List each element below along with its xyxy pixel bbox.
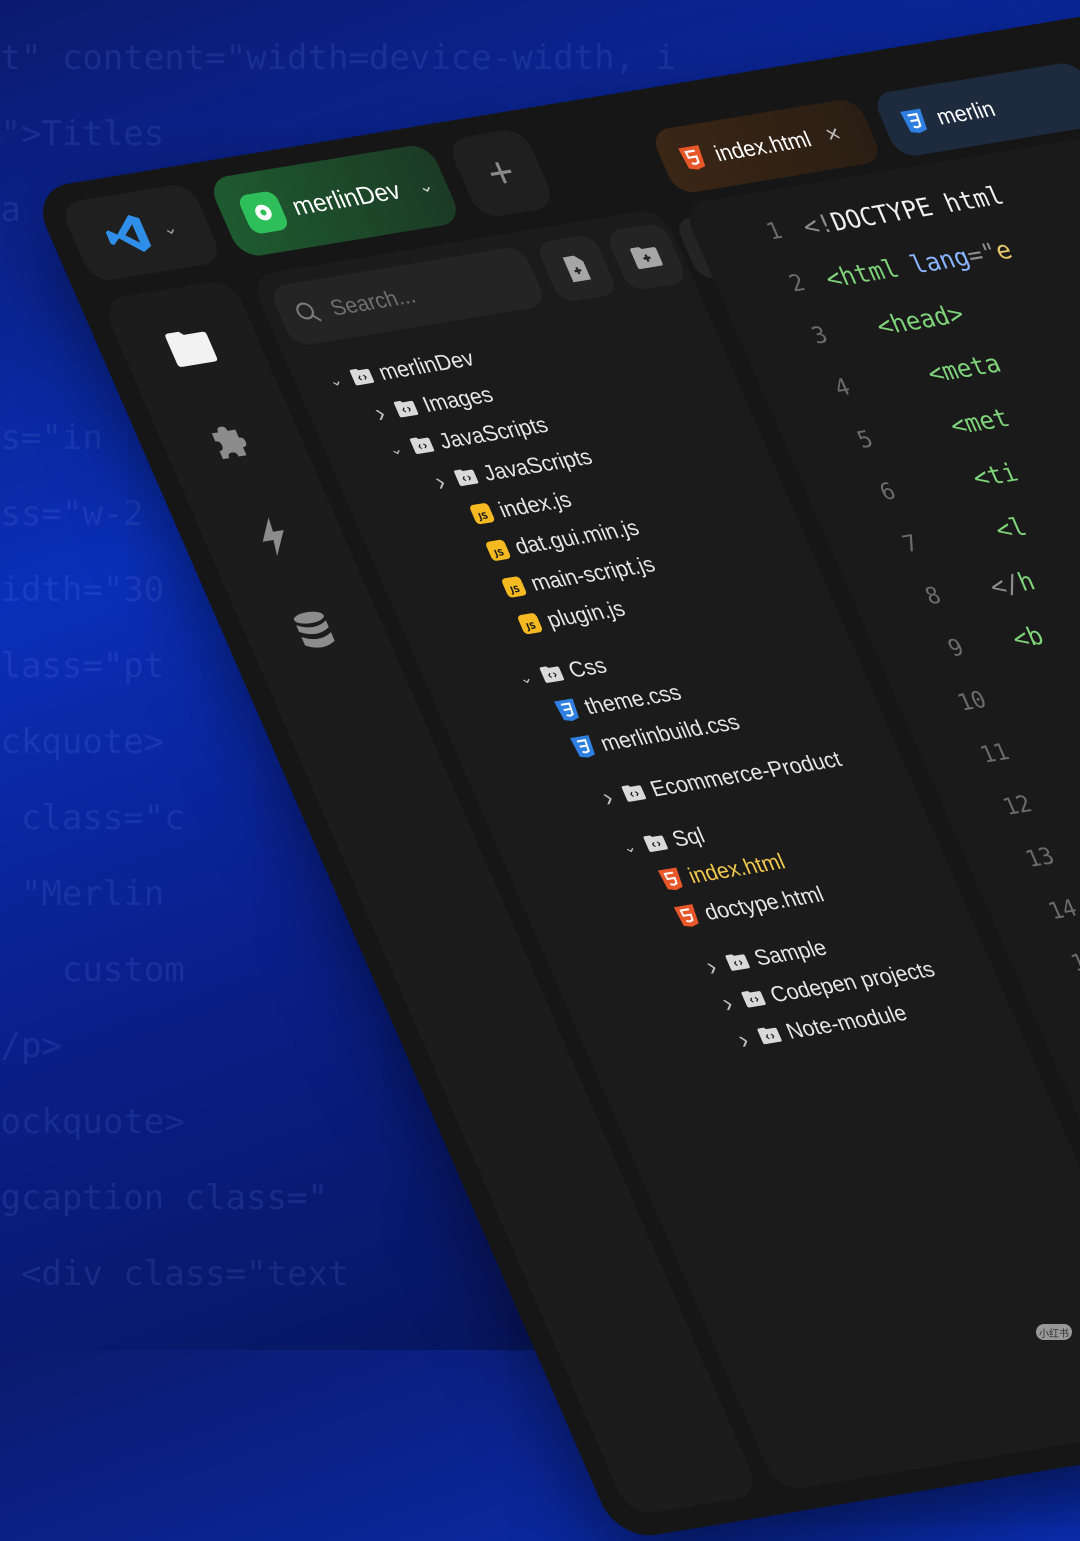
code-token: <head> [842, 298, 969, 346]
tab-label: index.html [710, 126, 816, 167]
folder-code-icon [348, 366, 376, 387]
folder-code-icon [642, 832, 670, 853]
line-number: 9 [944, 634, 968, 663]
rail-extensions-button[interactable] [192, 408, 274, 475]
line-number: 1 [762, 218, 787, 246]
folder-code-icon [739, 988, 767, 1009]
close-icon[interactable]: × [821, 120, 846, 149]
rail-explorer-button[interactable] [150, 314, 232, 381]
folder-code-icon [392, 398, 420, 419]
line-number: 7 [898, 530, 923, 558]
project-name: merlinDev [287, 176, 405, 221]
folder-code-icon [755, 1025, 783, 1046]
line-number: 15 [1067, 947, 1080, 977]
html5-icon [672, 903, 703, 930]
javascript-file-icon: JS [467, 501, 497, 526]
database-icon [293, 611, 335, 648]
css3-icon [568, 734, 599, 761]
rail-database-button[interactable] [274, 598, 356, 665]
chevron-down-icon[interactable]: ⌄ [321, 369, 350, 392]
javascript-file-icon: JS [499, 575, 529, 600]
search-icon [296, 302, 322, 322]
project-icon [236, 190, 291, 235]
bolt-icon [262, 517, 284, 557]
line-number: 14 [1044, 895, 1080, 925]
chevron-down-icon[interactable]: ⌄ [511, 667, 540, 690]
css3-icon [552, 697, 583, 724]
html5-icon [678, 145, 706, 170]
folder-code-icon [724, 951, 752, 972]
plus-icon: + [478, 147, 524, 199]
new-file-icon [562, 255, 592, 283]
tab-label: merlin [932, 96, 999, 130]
line-number: 8 [921, 582, 946, 611]
line-number: 3 [807, 322, 832, 350]
vscode-logo-icon [106, 214, 152, 252]
code-token: <meta [865, 348, 1006, 398]
chevron-down-icon[interactable]: ⌄ [615, 836, 644, 859]
line-number: 10 [953, 687, 991, 717]
editor-window: ⌄ merlinDev ⌄ + Search... ⌄ merlinDev › … [30, 0, 1080, 1541]
code-token: <html [820, 250, 918, 293]
rail-actions-button[interactable] [233, 503, 315, 570]
puzzle-icon [211, 426, 247, 460]
javascript-file-icon: JS [483, 538, 513, 563]
tree-item-label: Css [564, 652, 611, 683]
line-number: 5 [853, 426, 878, 454]
new-file-button[interactable] [534, 233, 620, 304]
tree-item-label: plugin.js [542, 595, 629, 633]
code-token: <b [979, 620, 1048, 658]
tree-item-label: index.js [494, 486, 576, 523]
chevron-down-icon: ⌄ [413, 174, 437, 197]
line-number: 16 [1054, 986, 1080, 1047]
line-number: 11 [976, 739, 1014, 769]
folder-code-icon [620, 782, 648, 803]
code-token: <l [933, 511, 1031, 554]
chevron-down-icon: ⌄ [157, 216, 181, 239]
new-folder-icon [630, 247, 663, 270]
folder-code-icon [408, 435, 436, 456]
search-input[interactable] [323, 264, 528, 323]
watermark: 小红书 [1036, 1324, 1072, 1340]
line-number: 13 [1021, 843, 1059, 873]
tree-item-label: Sql [668, 822, 709, 852]
javascript-file-icon: JS [515, 611, 545, 636]
line-number: 12 [999, 791, 1037, 821]
code-token: <met [888, 402, 1014, 450]
line-number: 6 [876, 478, 900, 506]
folder-code-icon [538, 663, 566, 684]
folder-code-icon [452, 467, 480, 488]
code-token: <ti [910, 457, 1023, 502]
html5-icon [656, 866, 687, 893]
line-number: 2 [785, 270, 810, 298]
folder-icon [165, 331, 218, 367]
tree-item-label: Images [418, 381, 497, 417]
tree-item-label: Sample [750, 934, 831, 971]
css3-icon [900, 108, 928, 134]
chevron-down-icon[interactable]: ⌄ [381, 438, 410, 461]
line-number: 4 [830, 374, 855, 402]
tree-item-label: Ecommerce-Product [646, 746, 846, 802]
